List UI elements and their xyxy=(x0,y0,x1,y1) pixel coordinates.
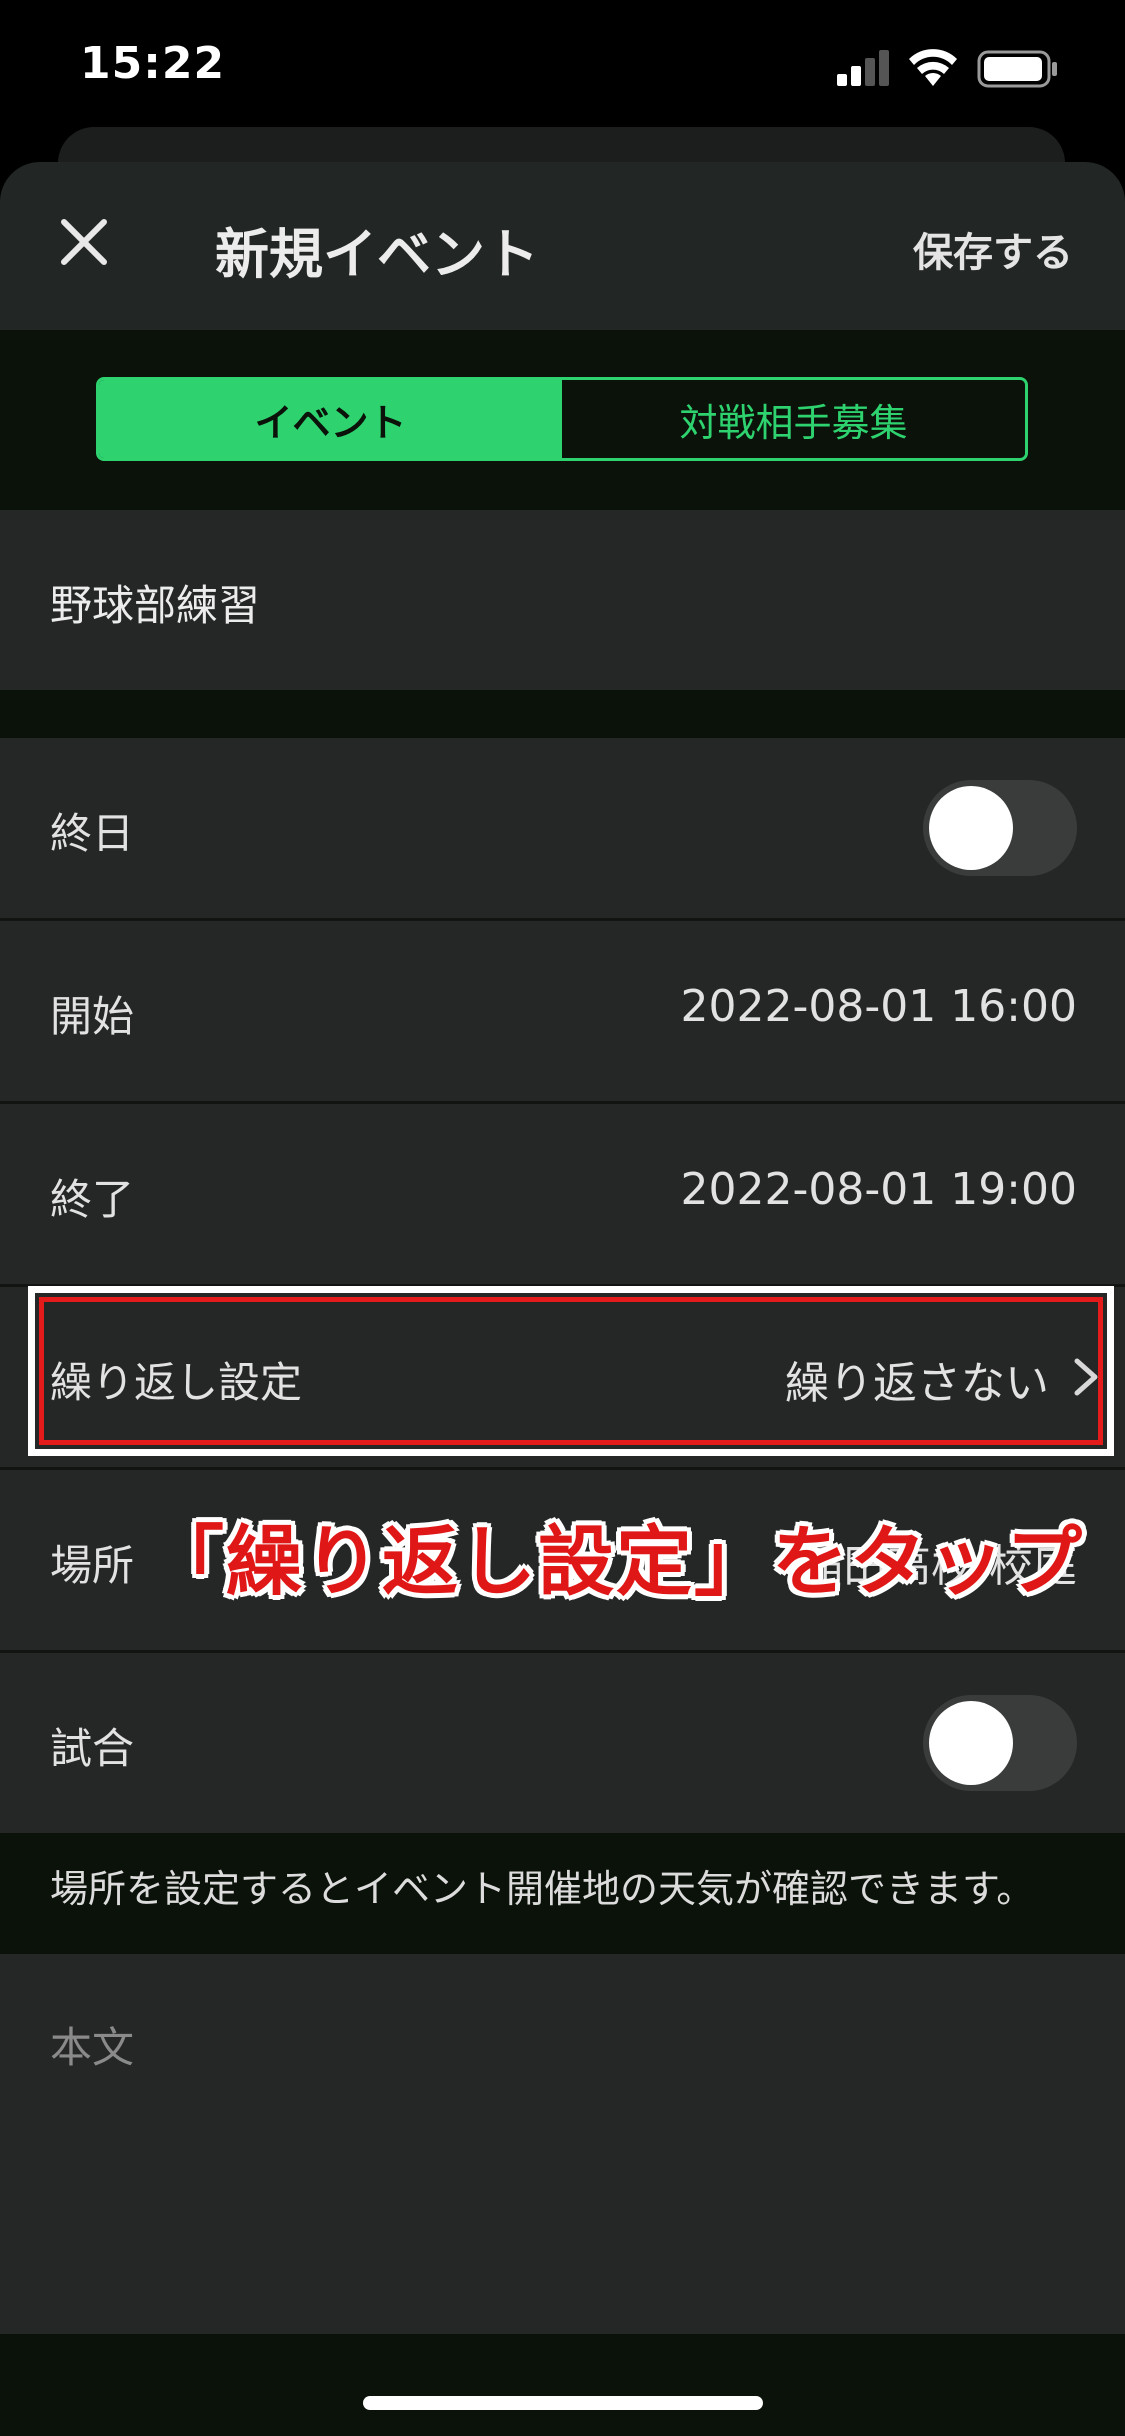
home-indicator xyxy=(363,2396,763,2410)
all-day-row: 終日 xyxy=(0,738,1125,918)
battery-icon xyxy=(977,50,1057,88)
status-time: 15:22 xyxy=(80,38,226,89)
toggle-knob xyxy=(929,1701,1013,1785)
page-title: 新規イベント xyxy=(215,223,539,286)
event-title-text: 野球部練習 xyxy=(50,581,261,630)
start-datetime: 2022-08-01 16:00 xyxy=(680,981,1078,1032)
match-label: 試合 xyxy=(50,1724,135,1773)
all-day-toggle[interactable] xyxy=(923,780,1077,876)
weather-info-text: 場所を設定するとイベント開催地の天気が確認できます。 xyxy=(50,1867,1035,1911)
close-icon xyxy=(61,219,107,265)
repeat-setting-highlight xyxy=(28,1286,1114,1456)
start-label: 開始 xyxy=(50,992,135,1041)
all-day-label: 終日 xyxy=(50,809,135,858)
highlight-inner-border xyxy=(39,1297,1103,1445)
toggle-knob xyxy=(929,786,1013,870)
save-button[interactable]: 保存する xyxy=(913,220,1073,278)
match-row: 試合 xyxy=(0,1653,1125,1833)
end-label: 終了 xyxy=(50,1175,135,1224)
event-title-field[interactable]: 野球部練習 xyxy=(0,510,1125,690)
end-datetime: 2022-08-01 19:00 xyxy=(680,1164,1078,1215)
status-bar: 15:22 xyxy=(0,0,1125,130)
event-type-segmented-control: イベント 対戦相手募集 xyxy=(96,377,1028,461)
signal-icon xyxy=(837,50,889,86)
body-placeholder: 本文 xyxy=(50,2023,135,2072)
tab-event[interactable]: イベント xyxy=(99,380,562,458)
tab-opponent-recruitment[interactable]: 対戦相手募集 xyxy=(562,380,1025,458)
wifi-icon xyxy=(909,49,957,86)
body-text-field[interactable]: 本文 xyxy=(0,1954,1125,2334)
status-icons xyxy=(835,48,1065,88)
start-row[interactable]: 開始 2022-08-01 16:00 xyxy=(0,921,1125,1101)
annotation-callout: 「繰り返し設定」をタップ xyxy=(148,1517,1084,1606)
end-row[interactable]: 終了 2022-08-01 19:00 xyxy=(0,1104,1125,1284)
nav-bar: 新規イベント 保存する xyxy=(0,162,1125,330)
match-toggle[interactable] xyxy=(923,1695,1077,1791)
close-button[interactable] xyxy=(48,206,120,278)
place-label: 場所 xyxy=(50,1541,135,1590)
